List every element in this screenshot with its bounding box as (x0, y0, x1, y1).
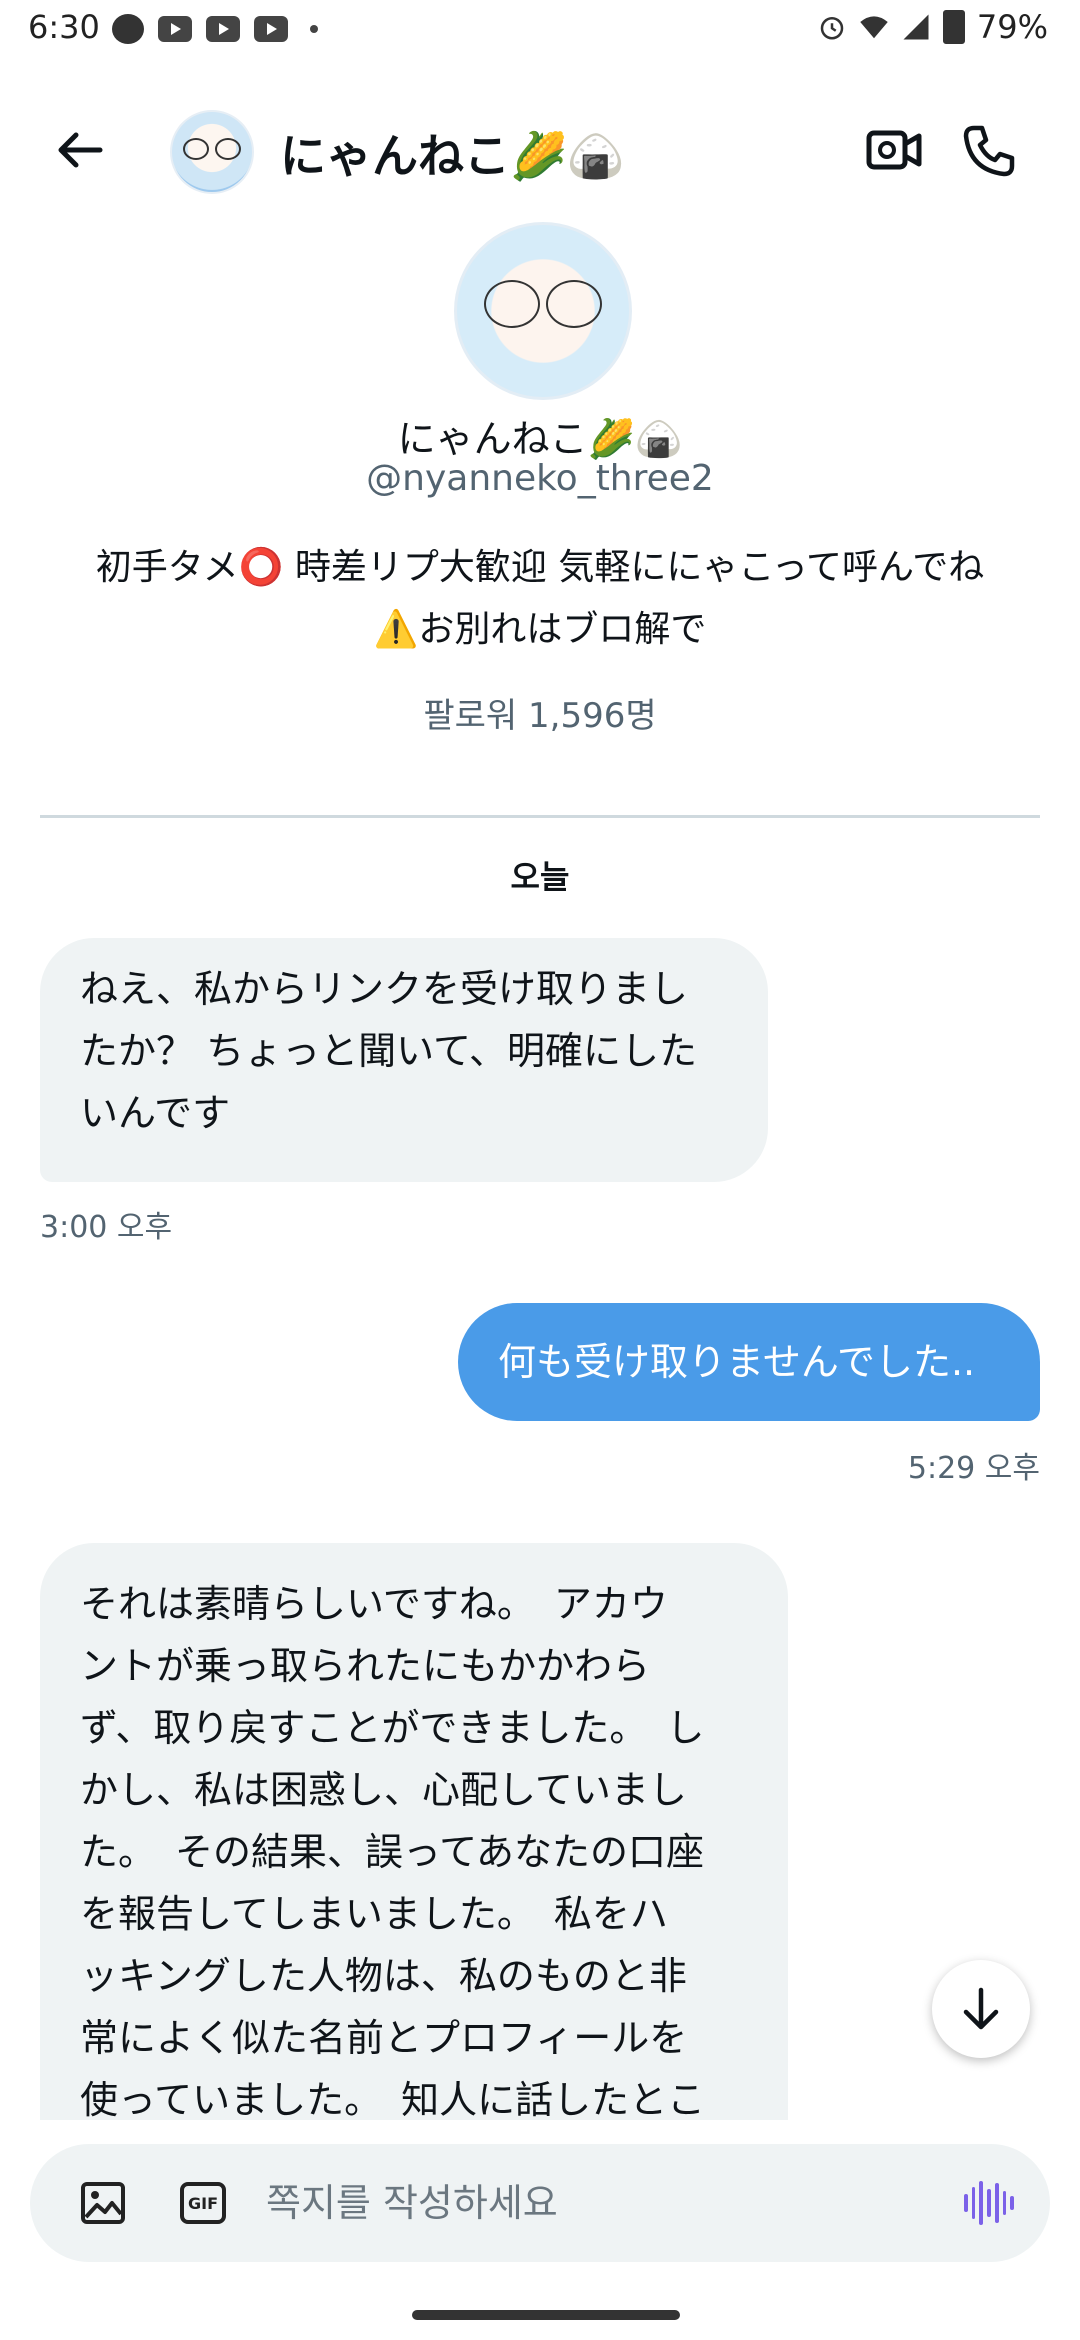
incoming-message[interactable]: それは素晴らしいですね。 アカウ ントが乗っ取られたにもかかわら ず、取り戻すこ… (40, 1543, 788, 2183)
message-composer: GIF (30, 2144, 1050, 2262)
youtube-icon (254, 16, 288, 42)
conversation-title[interactable]: にゃんねこ🌽🍙 (280, 120, 625, 186)
status-time: 6:30 (28, 8, 100, 46)
video-camera-icon (866, 130, 922, 170)
line-icon (112, 14, 144, 44)
signal-icon (903, 14, 929, 40)
message-text: ねえ、私からリンクを受け取りまし たか？ ちょっと聞いて、明確にした いんです (80, 967, 698, 1135)
image-icon (81, 2182, 125, 2224)
add-image-button[interactable] (80, 2181, 126, 2225)
battery-icon (942, 10, 965, 44)
profile-followers[interactable]: 팔로워 1,596명 (0, 688, 1080, 737)
voice-message-button[interactable] (964, 2180, 1015, 2226)
divider (40, 815, 1040, 818)
profile-avatar[interactable] (454, 222, 632, 400)
profile-name: にゃんねこ🌽🍙 (397, 417, 683, 461)
arrow-down-icon (963, 1987, 999, 2030)
notification-dot-icon (310, 25, 318, 33)
message-input[interactable] (266, 2144, 946, 2262)
incoming-message[interactable]: ねえ、私からリンクを受け取りまし たか？ ちょっと聞いて、明確にした いんです (40, 938, 768, 1182)
voice-call-button[interactable] (962, 124, 1016, 178)
arrow-left-icon (58, 132, 103, 168)
message-timestamp: 3:00 오후 (40, 1210, 173, 1245)
alarm-icon (820, 17, 844, 40)
conversation-header: にゃんねこ🌽🍙 (0, 110, 1080, 194)
profile-handle: @nyanneko_three2 (366, 458, 714, 499)
date-separator: 오늘 (510, 858, 570, 896)
message-timestamp: 5:29 오후 (907, 1451, 1040, 1486)
profile-bio-line2: ⚠️お別れはブロ解で (373, 609, 707, 650)
add-gif-button[interactable]: GIF (180, 2182, 226, 2224)
phone-icon (963, 125, 1015, 177)
header-avatar[interactable] (170, 110, 254, 194)
youtube-icon (158, 16, 192, 42)
outgoing-message[interactable]: 何も受け取りませんでした.. (458, 1303, 1040, 1421)
wifi-icon (860, 16, 888, 39)
status-bar: 6:30 79% (0, 0, 1080, 60)
back-button[interactable] (52, 126, 108, 174)
scroll-to-bottom-button[interactable] (932, 1960, 1030, 2058)
message-text: 何も受け取りませんでした.. (498, 1340, 976, 1384)
voice-wave-icon (964, 2194, 968, 2212)
profile-bio-line1: 初手タメ⭕ 時差リプ大歓迎 気軽ににゃこって呼んでね (95, 547, 985, 588)
video-call-button[interactable] (866, 128, 922, 172)
home-indicator[interactable] (412, 2310, 680, 2320)
youtube-icon (206, 16, 240, 42)
battery-percent: 79% (976, 8, 1048, 46)
message-text: それは素晴らしいですね。 アカウ ントが乗っ取られたにもかかわら ず、取り戻すこ… (80, 1582, 706, 2122)
